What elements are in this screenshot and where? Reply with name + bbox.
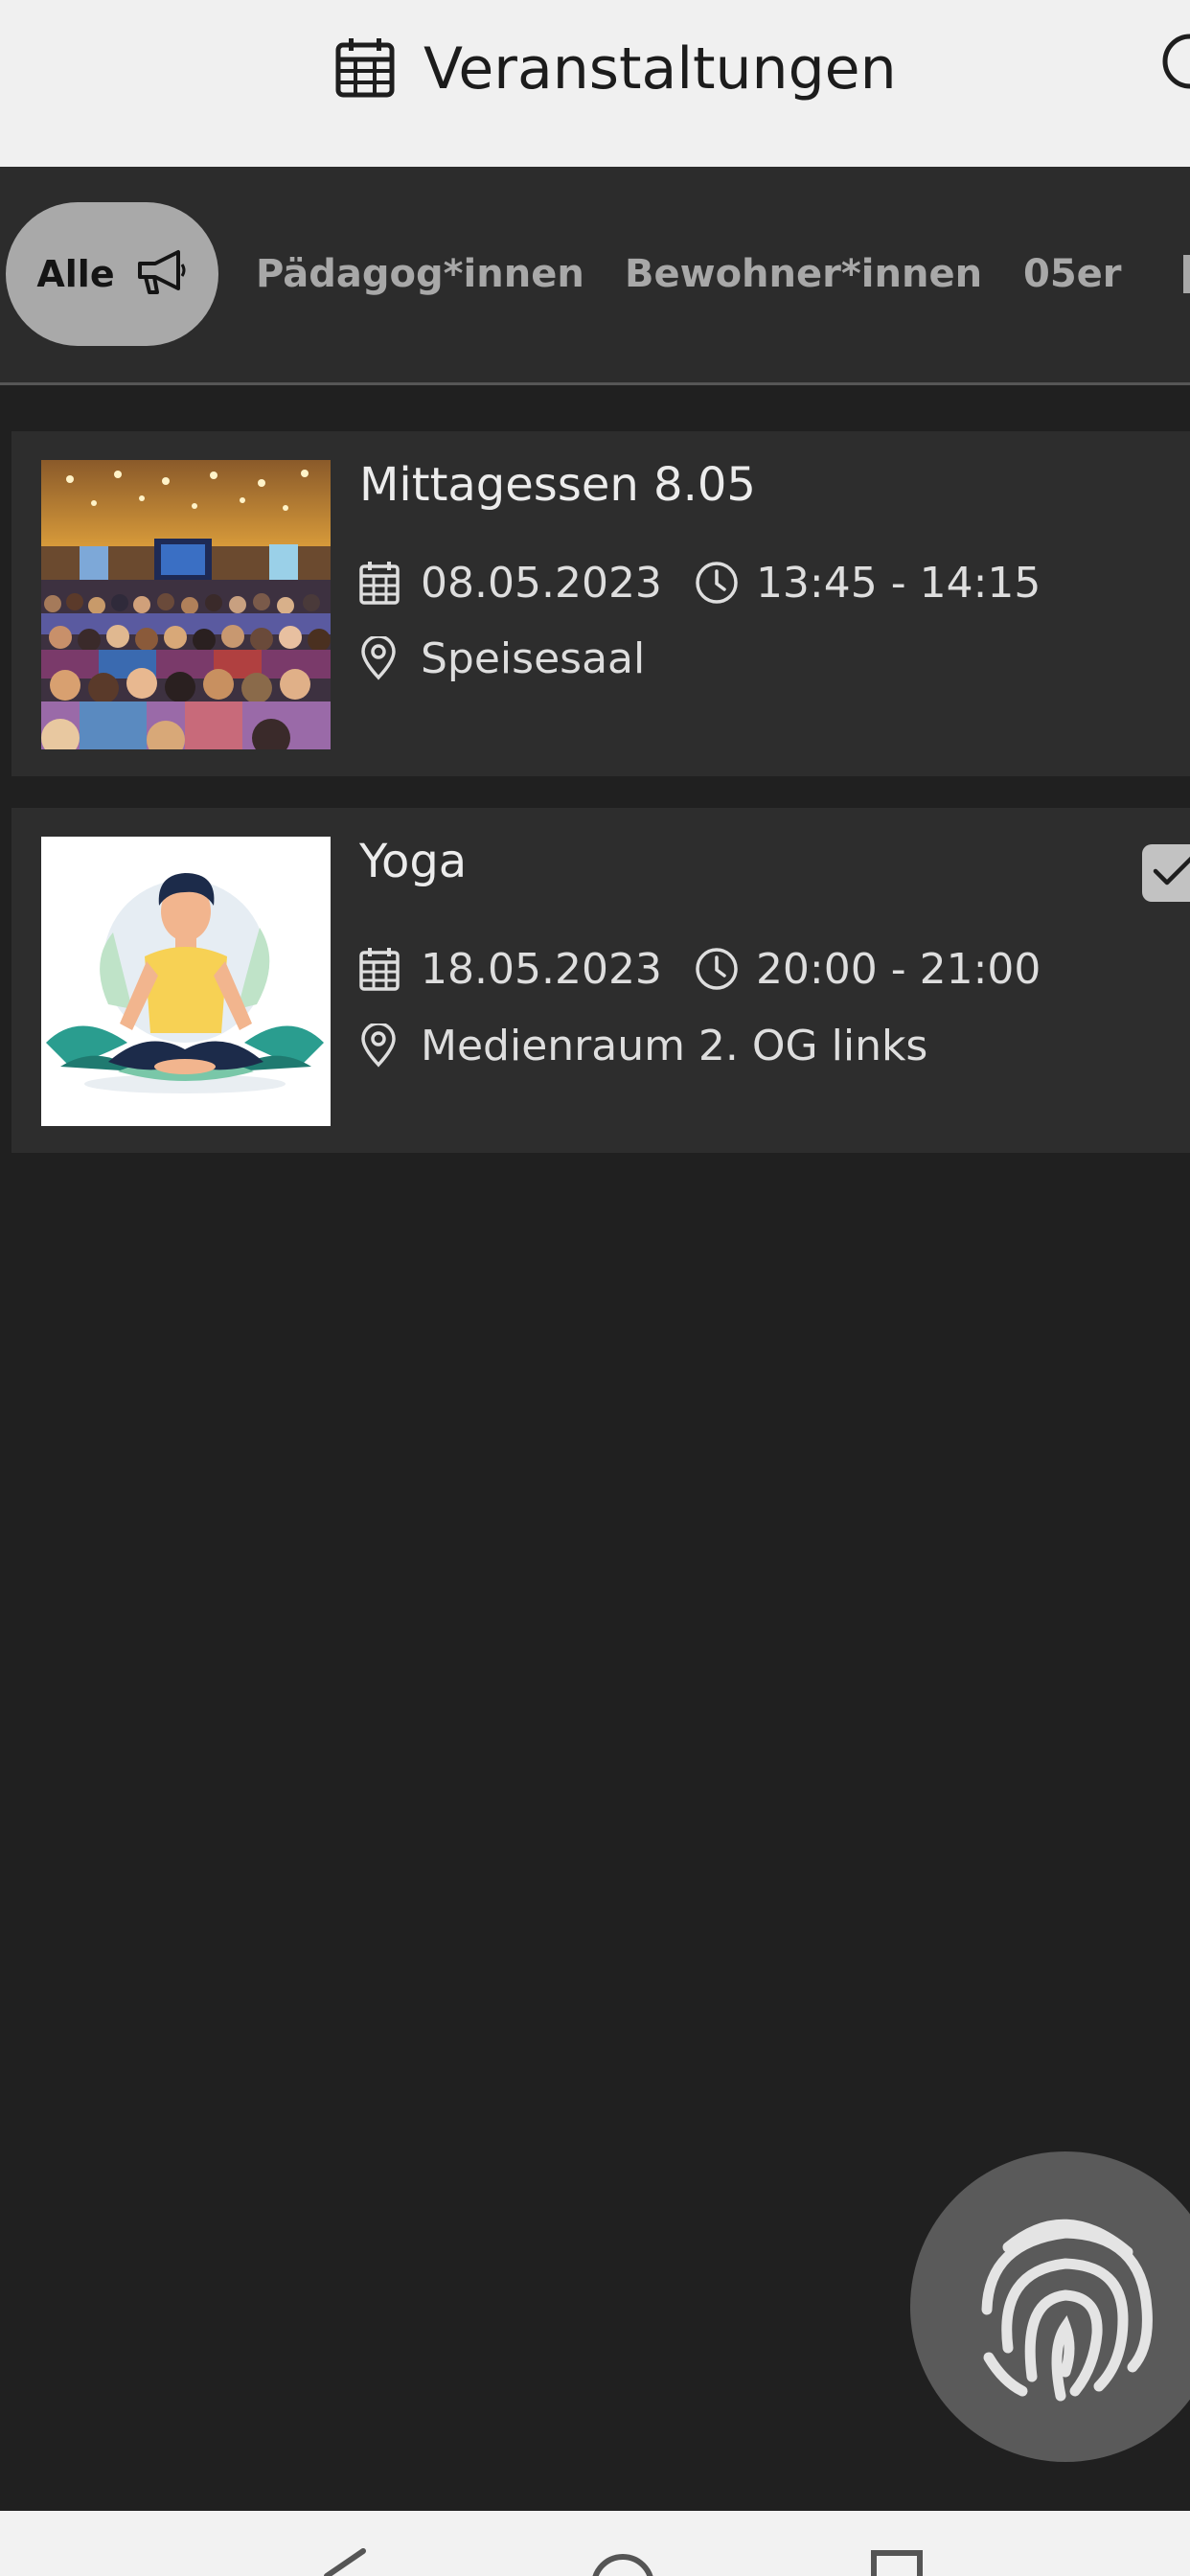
event-title: Mittagessen 8.05 xyxy=(359,458,756,512)
event-date: 08.05.2023 xyxy=(421,558,662,608)
search-icon[interactable] xyxy=(1157,31,1190,92)
home-icon[interactable] xyxy=(589,2547,656,2576)
location-pin-icon xyxy=(359,1024,403,1068)
filter-chip-label: Alle xyxy=(36,253,115,295)
app-header: Veranstaltungen xyxy=(0,0,1190,167)
app-root: Veranstaltungen Alle Pädagog*innen Bewoh… xyxy=(0,0,1190,2576)
filter-chip-paedagoginnen[interactable]: Pädagog*innen xyxy=(256,238,584,310)
filter-chip-overflow[interactable] xyxy=(1183,255,1190,293)
event-time: 13:45 - 14:15 xyxy=(755,558,1041,608)
recents-icon[interactable] xyxy=(870,2549,924,2576)
event-title: Yoga xyxy=(359,835,468,888)
event-image-conference xyxy=(41,460,331,749)
event-date-time: 18.05.2023 20:00 - 21:00 xyxy=(359,940,1041,998)
filter-chip-alle[interactable]: Alle xyxy=(6,202,218,346)
filter-chip-05er[interactable]: 05er xyxy=(1023,238,1122,310)
system-navigation-bar xyxy=(0,2511,1190,2576)
checkmark-icon xyxy=(1152,852,1190,894)
filter-chip-bewohnerinnen[interactable]: Bewohner*innen xyxy=(625,238,982,310)
fingerprint-icon xyxy=(970,2204,1161,2409)
calendar-icon xyxy=(335,36,395,102)
clock-icon xyxy=(695,947,739,991)
event-image-yoga xyxy=(41,837,331,1126)
header-title-group: Veranstaltungen xyxy=(335,29,897,109)
event-time: 20:00 - 21:00 xyxy=(755,944,1041,994)
event-location: Speisesaal xyxy=(421,633,646,683)
fingerprint-button[interactable] xyxy=(910,2151,1190,2462)
event-date-time: 08.05.2023 13:45 - 14:15 xyxy=(359,554,1041,611)
event-checkbox[interactable] xyxy=(1142,844,1190,902)
event-card[interactable]: Mittagessen 8.05 08.05.2023 13:45 - 14:1… xyxy=(11,431,1190,776)
event-date: 18.05.2023 xyxy=(421,944,662,994)
filter-bar: Alle Pädagog*innen Bewohner*innen 05er xyxy=(0,167,1190,385)
clock-icon xyxy=(695,561,739,605)
location-pin-icon xyxy=(359,636,403,680)
page-title: Veranstaltungen xyxy=(423,35,897,103)
event-location: Medienraum 2. OG links xyxy=(421,1021,928,1070)
event-card[interactable]: Yoga 18.05.2023 20:00 - 21:00 Medienraum… xyxy=(11,808,1190,1153)
event-location-row: Medienraum 2. OG links xyxy=(359,1017,927,1074)
calendar-icon xyxy=(359,561,403,605)
megaphone-icon xyxy=(136,248,188,300)
event-location-row: Speisesaal xyxy=(359,630,645,687)
back-icon[interactable] xyxy=(321,2547,369,2576)
calendar-icon xyxy=(359,947,403,991)
